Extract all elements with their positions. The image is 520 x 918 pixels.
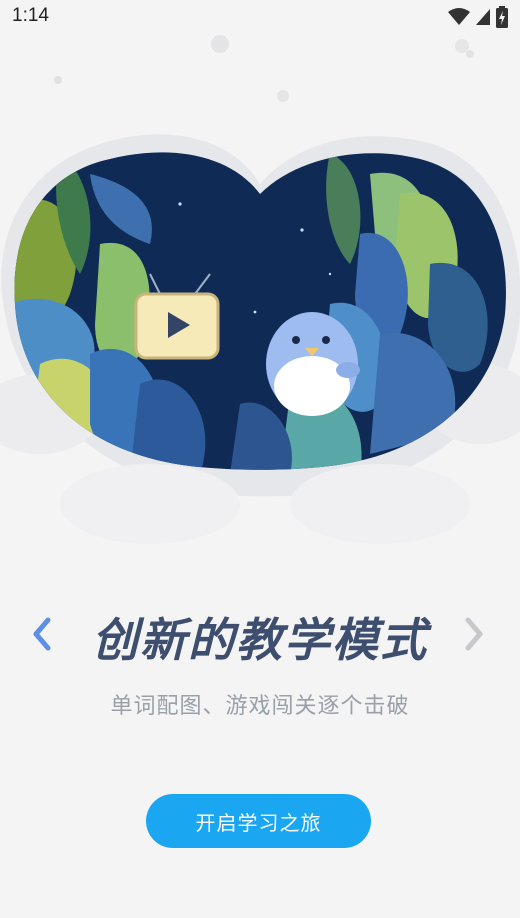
status-icons xyxy=(448,6,508,28)
slide-title: 创新的教学模式 xyxy=(92,613,428,667)
slide-subtitle: 单词配图、游戏闯关逐个击破 xyxy=(110,694,410,719)
carousel-title-row: 创新的教学模式 xyxy=(0,600,520,670)
wifi-icon xyxy=(448,8,470,25)
status-time: 1:14 xyxy=(12,5,49,26)
battery-charging-icon xyxy=(496,6,508,28)
chevron-right-icon[interactable] xyxy=(458,614,488,654)
start-learning-button[interactable]: 开启学习之旅 xyxy=(146,794,371,848)
status-bar: 1:14 xyxy=(0,0,520,34)
hero-illustration xyxy=(0,35,520,544)
chevron-left-icon[interactable] xyxy=(28,614,58,654)
cellular-signal-icon xyxy=(476,9,490,25)
